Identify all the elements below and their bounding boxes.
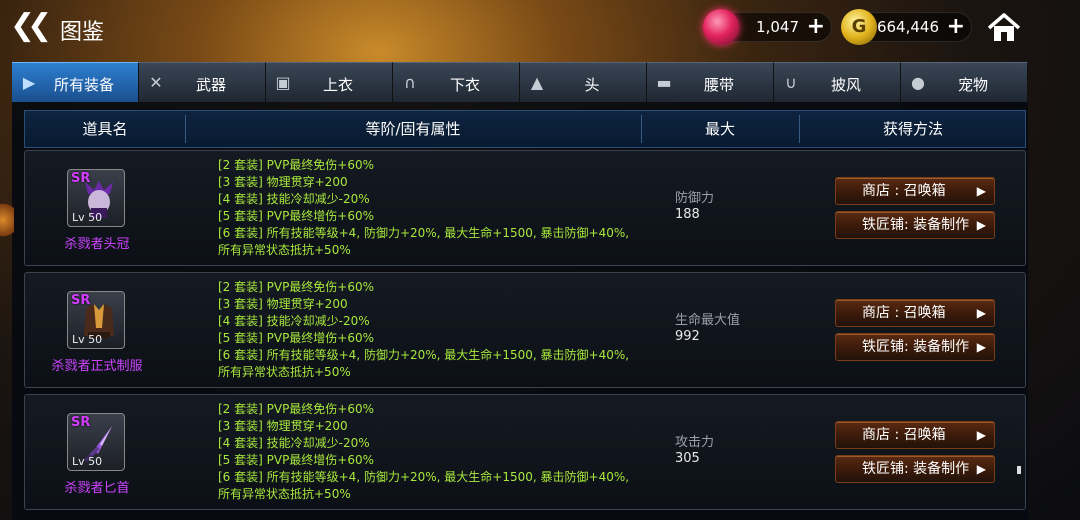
play-arrow-icon: ▶ — [976, 306, 986, 320]
rarity-badge: SR — [71, 171, 91, 186]
shop-summon-box-button[interactable]: 商店 : 召唤箱 ▶ — [835, 177, 995, 205]
tab-belt[interactable]: ▬ 腰带 — [647, 62, 774, 102]
item-slot[interactable]: SR Lv 50 — [67, 291, 125, 349]
set-bonus-line: [3 套装] 物理贯穿+200 — [218, 175, 348, 189]
set-bonus-list: [2 套装] PVP最终免伤+60% [3 套装] 物理贯穿+200 [4 套装… — [218, 279, 638, 381]
header-attributes: 等阶/固有属性 — [365, 120, 461, 138]
gem-icon — [703, 9, 739, 45]
item-slot[interactable]: SR Lv 50 — [67, 413, 125, 471]
play-arrow-icon: ▶ — [976, 218, 986, 232]
button-label: 铁匠铺: 装备制作 — [862, 339, 970, 355]
set-bonus-line: [3 套装] 物理贯穿+200 — [218, 419, 348, 433]
home-button[interactable] — [986, 12, 1022, 44]
set-bonus-line: [2 套装] PVP最终免伤+60% — [218, 402, 375, 416]
stat-name: 攻击力 — [675, 435, 715, 450]
item-name: 杀戮者匕首 — [64, 481, 130, 496]
gold-amount: 664,446 — [876, 18, 939, 36]
item-name: 杀戮者头冠 — [64, 237, 130, 252]
set-bonus-line: [6 套装] 所有技能等级+4, 防御力+20%, 最大生命+1500, 暴击防… — [218, 226, 630, 257]
tab-pet[interactable]: ● 宠物 — [901, 62, 1028, 102]
gem-currency: 1,047 + — [703, 9, 832, 45]
double-chevron-left-icon: ❮❮ — [10, 8, 52, 43]
item-level: Lv 50 — [72, 211, 103, 224]
gold-coin-icon: G — [841, 9, 877, 45]
set-bonus-line: [5 套装] PVP最终增伤+60% — [218, 453, 375, 467]
tab-label: 所有装备 — [53, 76, 114, 94]
add-gems-button[interactable]: + — [807, 15, 825, 39]
set-bonus-list: [2 套装] PVP最终免伤+60% [3 套装] 物理贯穿+200 [4 套装… — [218, 157, 638, 259]
add-gold-button[interactable]: + — [947, 15, 965, 39]
shop-summon-box-button[interactable]: 商店 : 召唤箱 ▶ — [835, 299, 995, 327]
set-bonus-line: [5 套装] PVP最终增伤+60% — [218, 209, 375, 223]
play-arrow-icon: ▶ — [976, 428, 986, 442]
stat-value: 992 — [675, 329, 700, 344]
tab-label: 下衣 — [449, 76, 480, 94]
scrollbar-thumb[interactable] — [1017, 466, 1021, 474]
category-tabs: ▶ 所有装备 ✕ 武器 ▣ 上衣 ∩ 下衣 ▲ 头 ▬ 腰带 ∪ 披风 ● 宠物 — [12, 62, 1028, 102]
tab-label: 上衣 — [322, 76, 353, 94]
tab-cape[interactable]: ∪ 披风 — [774, 62, 901, 102]
rarity-badge: SR — [71, 293, 91, 308]
set-bonus-line: [4 套装] 技能冷却减少-20% — [218, 314, 370, 328]
button-label: 商店 : 召唤箱 — [862, 427, 946, 443]
table-row: SR Lv 50 杀戮者匕首 [2 套装] PVP最终免伤+60% [3 套装]… — [24, 394, 1026, 510]
blacksmith-craft-button[interactable]: 铁匠铺: 装备制作 ▶ — [835, 333, 995, 361]
set-bonus-line: [6 套装] 所有技能等级+4, 防御力+20%, 最大生命+1500, 暴击防… — [218, 470, 630, 501]
stat-value: 305 — [675, 451, 700, 466]
stat-value: 188 — [675, 207, 700, 222]
tab-label: 武器 — [195, 76, 226, 94]
rarity-badge: SR — [71, 415, 91, 430]
tab-head[interactable]: ▲ 头 — [520, 62, 647, 102]
set-bonus-line: [3 套装] 物理贯穿+200 — [218, 297, 348, 311]
play-arrow-icon: ▶ — [976, 184, 986, 198]
tab-weapon[interactable]: ✕ 武器 — [139, 62, 266, 102]
home-icon — [987, 13, 1021, 41]
tab-top[interactable]: ▣ 上衣 — [266, 62, 393, 102]
table-row: SR Lv 50 杀戮者正式制服 [2 套装] PVP最终免伤+60% [3 套… — [24, 272, 1026, 388]
play-arrow-icon: ▶ — [976, 340, 986, 354]
tab-all-equipment[interactable]: ▶ 所有装备 — [12, 62, 139, 102]
tab-label: 头 — [584, 76, 600, 94]
set-bonus-line: [5 套装] PVP最终增伤+60% — [218, 331, 375, 345]
header-item-name: 道具名 — [82, 120, 128, 138]
collection-panel: 道具名 等阶/固有属性 最大 获得方法 SR Lv 50 杀戮者头冠 [2 套装… — [12, 102, 1028, 520]
play-arrow-icon: ▶ — [976, 462, 986, 476]
top-bar: ❮❮ 图鉴 1,047 + G 664,446 + — [0, 0, 1080, 58]
header-source: 获得方法 — [882, 120, 943, 138]
page-title: 图鉴 — [60, 20, 105, 45]
button-label: 铁匠铺: 装备制作 — [862, 217, 970, 233]
table-row: SR Lv 50 杀戮者头冠 [2 套装] PVP最终免伤+60% [3 套装]… — [24, 150, 1026, 266]
mascot-peek-icon — [0, 200, 14, 240]
item-name: 杀戮者正式制服 — [51, 359, 143, 374]
button-label: 商店 : 召唤箱 — [862, 305, 946, 321]
set-bonus-line: [2 套装] PVP最终免伤+60% — [218, 158, 375, 172]
set-bonus-list: [2 套装] PVP最终免伤+60% [3 套装] 物理贯穿+200 [4 套装… — [218, 401, 638, 503]
set-bonus-line: [4 套装] 技能冷却减少-20% — [218, 192, 370, 206]
table-header: 道具名 等阶/固有属性 最大 获得方法 — [24, 110, 1026, 148]
stat-name: 防御力 — [675, 191, 715, 206]
gem-amount: 1,047 — [756, 18, 799, 36]
button-label: 商店 : 召唤箱 — [862, 183, 946, 199]
set-bonus-line: [6 套装] 所有技能等级+4, 防御力+20%, 最大生命+1500, 暴击防… — [218, 348, 630, 379]
set-bonus-line: [2 套装] PVP最终免伤+60% — [218, 280, 375, 294]
tab-label: 宠物 — [957, 76, 988, 94]
button-label: 铁匠铺: 装备制作 — [862, 461, 970, 477]
set-bonus-line: [4 套装] 技能冷却减少-20% — [218, 436, 370, 450]
tab-label: 腰带 — [703, 76, 734, 94]
header-max: 最大 — [704, 120, 735, 138]
tab-bottom[interactable]: ∩ 下衣 — [393, 62, 520, 102]
gold-currency: G 664,446 + — [841, 9, 972, 45]
shop-summon-box-button[interactable]: 商店 : 召唤箱 ▶ — [835, 421, 995, 449]
blacksmith-craft-button[interactable]: 铁匠铺: 装备制作 ▶ — [835, 455, 995, 483]
item-level: Lv 50 — [72, 455, 103, 468]
blacksmith-craft-button[interactable]: 铁匠铺: 装备制作 ▶ — [835, 211, 995, 239]
stat-name: 生命最大值 — [675, 313, 741, 328]
tab-label: 披风 — [830, 76, 861, 94]
item-slot[interactable]: SR Lv 50 — [67, 169, 125, 227]
item-level: Lv 50 — [72, 333, 103, 346]
back-button[interactable]: ❮❮ — [10, 11, 52, 42]
